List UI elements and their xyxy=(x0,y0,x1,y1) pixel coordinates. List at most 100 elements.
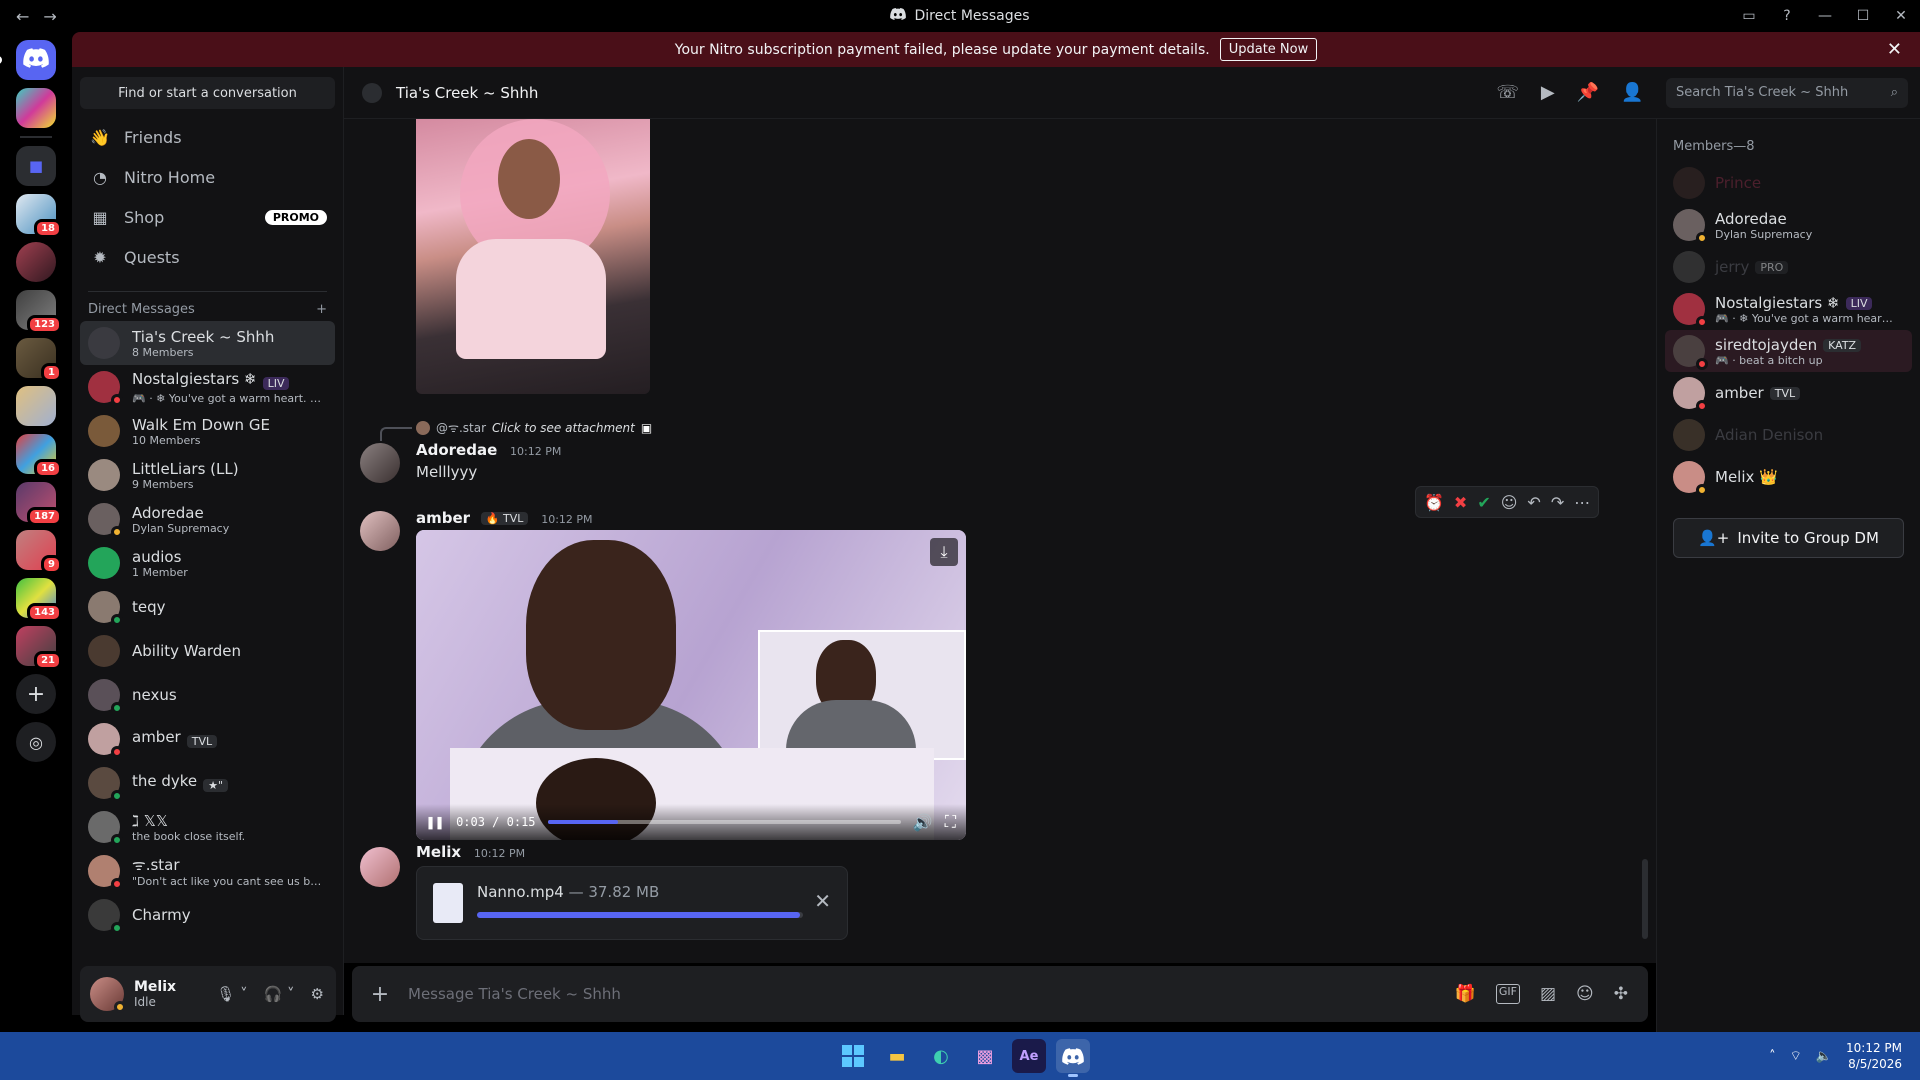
message-author[interactable]: Melix xyxy=(416,843,461,861)
home-dm-button[interactable] xyxy=(0,40,56,80)
server-icon[interactable]: 16 xyxy=(16,434,62,478)
update-now-button[interactable]: Update Now xyxy=(1219,38,1318,61)
nav-friends[interactable]: 👋 Friends xyxy=(72,117,343,157)
microphone-icon[interactable]: 🎙 ˅ xyxy=(216,985,247,1003)
video-scrubber[interactable] xyxy=(547,820,901,824)
member-item[interactable]: amber TVL xyxy=(1665,372,1912,414)
pinned-messages-icon[interactable]: 📌 xyxy=(1577,82,1599,103)
server-folder-icon[interactable]: 143 xyxy=(16,578,62,622)
chevron-up-icon[interactable]: ˄ xyxy=(1769,1049,1776,1064)
server-icon[interactable] xyxy=(16,88,56,128)
server-folder-icon[interactable]: 187 xyxy=(16,482,62,526)
headphones-icon[interactable]: 🎧 ˅ xyxy=(264,985,295,1003)
user-info[interactable]: Melix Idle xyxy=(134,979,176,1009)
member-item[interactable]: Adian Denison xyxy=(1665,414,1912,456)
member-item[interactable]: Adoredae Dylan Supremacy xyxy=(1665,204,1912,246)
voice-call-icon[interactable]: ☏ xyxy=(1496,82,1519,103)
dm-item[interactable]: Tia's Creek ~ Shhh 8 Members xyxy=(80,321,335,365)
dm-item[interactable]: ᯤ.star "Don't act like you cant see us bi… xyxy=(80,849,335,893)
dm-item[interactable]: Walk Em Down GE 10 Members xyxy=(80,409,335,453)
volume-icon[interactable]: 🔊 xyxy=(913,813,933,832)
message-author[interactable]: amber xyxy=(416,509,470,527)
emoji-icon[interactable]: ☺ xyxy=(1576,984,1594,1004)
close-window-button[interactable]: ✕ xyxy=(1882,8,1920,24)
fullscreen-icon[interactable]: ⛶ xyxy=(945,812,956,832)
server-icon[interactable]: 18 xyxy=(16,194,62,238)
discover-icon[interactable]: ◎ xyxy=(16,722,56,762)
file-explorer-icon[interactable]: ▬ xyxy=(880,1039,914,1073)
dm-item[interactable]: ℷ 𝕏𝕏 the book close itself. xyxy=(80,805,335,849)
close-icon[interactable]: ✕ xyxy=(1887,39,1902,60)
clock[interactable]: 10:12 PM 8/5/2026 xyxy=(1846,1040,1902,1072)
edge-browser-icon[interactable]: ◐ xyxy=(924,1039,958,1073)
add-attachment-icon[interactable]: + xyxy=(352,982,408,1007)
add-friends-icon[interactable]: 👤 xyxy=(1621,82,1643,103)
server-folder-icon[interactable]: ■ xyxy=(16,146,56,186)
dm-item[interactable]: LittleLiars (LL) 9 Members xyxy=(80,453,335,497)
dm-item[interactable]: Adoredae Dylan Supremacy xyxy=(80,497,335,541)
add-server-icon[interactable]: + xyxy=(16,674,56,714)
after-effects-icon[interactable]: Ae xyxy=(1012,1039,1046,1073)
video-attachment[interactable]: ⤓ ❚❚ 0:03 / 0:15 🔊 ⛶ xyxy=(416,530,966,840)
more-icon[interactable]: ⋯ xyxy=(1574,493,1590,512)
nav-shop[interactable]: ▦ Shop PROMO xyxy=(72,197,343,237)
dm-item[interactable]: nexus xyxy=(80,673,335,717)
avatar[interactable] xyxy=(90,977,126,1013)
sticker-icon[interactable]: ▨ xyxy=(1540,984,1556,1004)
x-reaction-icon[interactable]: ✖ xyxy=(1454,493,1467,512)
reply-icon[interactable]: ↶ xyxy=(1527,493,1540,512)
minimize-button[interactable]: — xyxy=(1806,8,1844,24)
nav-nitro-home[interactable]: ◔ Nitro Home xyxy=(72,157,343,197)
inbox-icon[interactable]: ▭ xyxy=(1730,8,1768,24)
member-item[interactable]: Melix 👑 xyxy=(1665,456,1912,498)
discord-taskbar-icon[interactable] xyxy=(1056,1039,1090,1077)
maximize-button[interactable]: ☐ xyxy=(1844,8,1882,24)
settings-gear-icon[interactable]: ⚙ xyxy=(311,985,324,1003)
server-icon[interactable] xyxy=(16,242,56,282)
server-folder-icon[interactable]: 21 xyxy=(16,626,62,670)
dm-item[interactable]: amber TVL xyxy=(80,717,335,761)
dm-item[interactable]: the dyke ★" xyxy=(80,761,335,805)
add-reaction-icon[interactable]: ☺ xyxy=(1501,493,1518,512)
dm-item[interactable]: Nostalgiestars ❄ LIV 🎮 · ❄ You've got a wa… xyxy=(80,365,335,409)
server-icon[interactable]: 1 xyxy=(16,338,62,382)
video-call-icon[interactable]: ▶ xyxy=(1541,82,1555,103)
member-item[interactable]: Nostalgiestars ❄ LIV 🎮 · ❄ You've got a wa… xyxy=(1665,288,1912,330)
dm-item[interactable]: teqy xyxy=(80,585,335,629)
paint-app-icon[interactable]: ▩ xyxy=(968,1039,1002,1073)
download-icon[interactable]: ⤓ xyxy=(930,538,958,566)
apps-icon[interactable]: ✣ xyxy=(1614,984,1628,1004)
create-dm-icon[interactable]: + xyxy=(316,302,327,317)
server-folder-icon[interactable]: 9 xyxy=(16,530,62,574)
wifi-icon[interactable]: ⌔ xyxy=(1790,1048,1802,1064)
volume-icon[interactable]: 🔈 xyxy=(1816,1049,1832,1064)
cancel-upload-icon[interactable]: ✕ xyxy=(814,889,831,913)
reply-preview[interactable]: @ᯤ.star Click to see attachment ▣ xyxy=(380,419,652,441)
avatar[interactable] xyxy=(360,511,400,551)
search-input[interactable] xyxy=(1676,85,1856,100)
scrollbar[interactable] xyxy=(1642,859,1648,939)
message-input[interactable] xyxy=(408,985,1455,1003)
dm-item[interactable]: Ability Warden xyxy=(80,629,335,673)
server-icon[interactable]: 123 xyxy=(16,290,62,334)
dm-item[interactable]: audios 1 Member xyxy=(80,541,335,585)
back-arrow-icon[interactable]: ← xyxy=(16,7,29,26)
member-item[interactable]: siredtojayden KATZ 🎮 · beat a bitch up xyxy=(1665,330,1912,372)
forward-icon[interactable]: ↷ xyxy=(1551,493,1564,512)
find-conversation-button[interactable]: Find or start a conversation xyxy=(80,77,335,109)
dm-item[interactable]: Charmy xyxy=(80,893,335,937)
start-icon[interactable] xyxy=(836,1039,870,1073)
member-item[interactable]: Prince xyxy=(1665,162,1912,204)
avatar[interactable] xyxy=(360,847,400,887)
search-box[interactable]: ⌕ xyxy=(1666,77,1908,108)
forward-arrow-icon[interactable]: → xyxy=(43,7,56,26)
avatar[interactable] xyxy=(360,443,400,483)
check-reaction-icon[interactable]: ✔ xyxy=(1477,493,1490,512)
nav-quests[interactable]: ✹ Quests xyxy=(72,237,343,277)
member-item[interactable]: jerry PRO xyxy=(1665,246,1912,288)
pause-icon[interactable]: ❚❚ xyxy=(426,813,444,831)
gift-icon[interactable]: 🎁 xyxy=(1455,984,1476,1004)
alarm-clock-reaction-icon[interactable]: ⏰ xyxy=(1424,493,1444,512)
invite-to-group-button[interactable]: 👤+ Invite to Group DM xyxy=(1673,518,1904,558)
image-attachment[interactable] xyxy=(416,119,650,394)
